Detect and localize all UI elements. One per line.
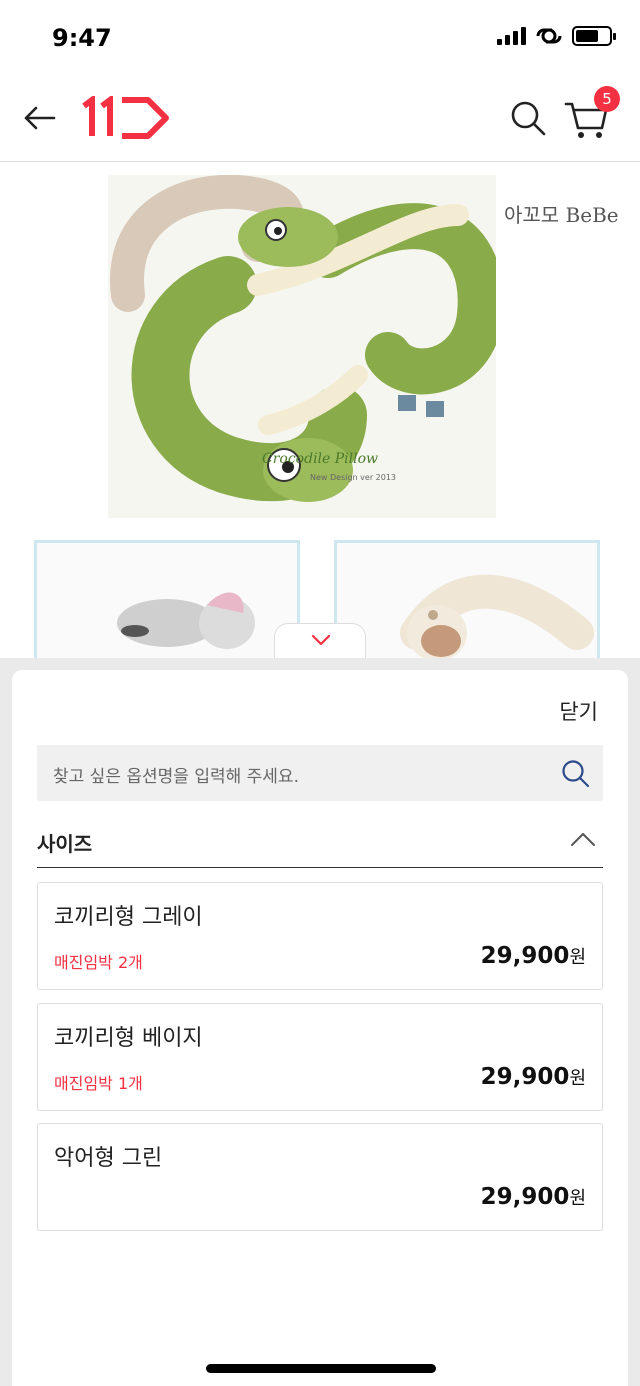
collapse-options-tab[interactable] <box>274 623 366 658</box>
option-name: 악어형 그린 <box>54 1146 163 1171</box>
product-thumbnail-elephant-beige[interactable] <box>334 540 600 658</box>
back-arrow-icon[interactable] <box>20 98 60 138</box>
link-icon <box>536 28 562 44</box>
option-price: 29,900원 <box>481 943 586 969</box>
size-section-header[interactable]: 사이즈 <box>37 820 603 868</box>
cart-count-badge: 5 <box>594 86 620 112</box>
option-bottom-sheet: 닫기 찾고 싶은 옵션명을 입력해 주세요. 사이즈 코끼리형 그레이 매진임박… <box>12 670 628 1386</box>
image-caption: Crocodile Pillow <box>262 451 379 467</box>
option-search-input[interactable]: 찾고 싶은 옵션명을 입력해 주세요. <box>37 745 603 801</box>
currency-unit: 원 <box>569 947 586 968</box>
currency-unit: 원 <box>569 1188 586 1209</box>
chevron-down-icon <box>311 634 331 646</box>
product-thumbnail-elephant-gray[interactable] <box>34 540 300 658</box>
chevron-up-icon[interactable] <box>569 830 597 848</box>
status-icons <box>497 26 616 46</box>
option-price: 29,900원 <box>481 1184 586 1210</box>
option-item[interactable]: 악어형 그린 29,900원 <box>37 1123 603 1231</box>
currency-unit: 원 <box>569 1068 586 1089</box>
option-price: 29,900원 <box>481 1064 586 1090</box>
image-caption-sub: New Design ver 2013 <box>310 473 397 482</box>
battery-icon <box>572 26 616 46</box>
option-item[interactable]: 코끼리형 그레이 매진임박 2개 29,900원 <box>37 882 603 990</box>
option-stock-badge: 매진임박 2개 <box>54 953 143 972</box>
elephant-gray-image <box>117 592 255 649</box>
brand-logo-text: 아꼬모 BeBe <box>504 203 619 227</box>
close-button[interactable]: 닫기 <box>559 696 598 726</box>
option-name: 코끼리형 베이지 <box>54 1026 203 1051</box>
product-image-area: Crocodile Pillow New Design ver 2013 아꼬모… <box>0 163 640 658</box>
option-price-value: 29,900 <box>480 1064 570 1090</box>
elephant-beige-image <box>400 574 594 658</box>
option-search-placeholder: 찾고 싶은 옵션명을 입력해 주세요. <box>53 767 299 787</box>
option-stock-badge: 매진임박 1개 <box>54 1074 143 1093</box>
app-header: 5 <box>0 78 640 162</box>
eleven-street-logo[interactable] <box>80 96 170 140</box>
option-item[interactable]: 코끼리형 베이지 매진임박 1개 29,900원 <box>37 1003 603 1111</box>
brand-logo: 아꼬모 BeBe <box>500 177 640 237</box>
search-icon[interactable] <box>508 98 548 138</box>
status-time: 9:47 <box>52 24 112 52</box>
home-indicator[interactable] <box>206 1364 436 1373</box>
status-bar: 9:47 <box>0 0 640 78</box>
search-icon[interactable] <box>559 757 591 789</box>
option-name: 코끼리형 그레이 <box>54 905 203 930</box>
size-section-title: 사이즈 <box>37 832 93 856</box>
option-price-value: 29,900 <box>480 1184 570 1210</box>
signal-icon <box>497 27 526 45</box>
option-price-value: 29,900 <box>480 943 570 969</box>
